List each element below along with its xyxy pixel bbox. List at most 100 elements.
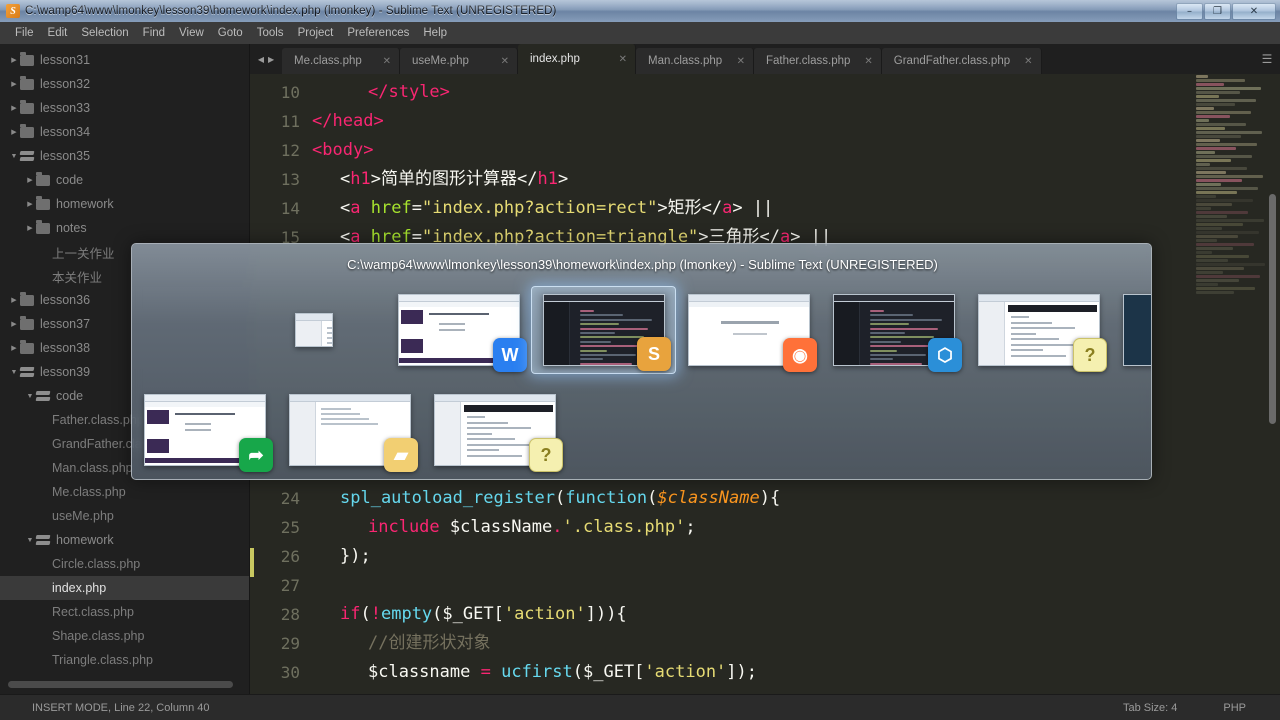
desktop-thumbnail[interactable]: ▭ xyxy=(1111,286,1151,374)
chevron-right-icon[interactable]: ▶ xyxy=(8,345,20,352)
sidebar-item-code[interactable]: ▶ code xyxy=(0,168,249,192)
tab-grandfatherclassphp[interactable]: GrandFather.class.php ✕ xyxy=(881,48,1042,74)
sublime-text-thumbnail[interactable]: S xyxy=(531,286,676,374)
code-line[interactable]: 10 </style> xyxy=(250,78,1190,107)
code-token: $classname xyxy=(368,662,481,682)
chevron-right-icon[interactable]: ▶ xyxy=(8,297,20,304)
sidebar-item-notes[interactable]: ▶ notes xyxy=(0,216,249,240)
chevron-right-icon[interactable]: ▶ xyxy=(24,177,36,184)
status-tab-size[interactable]: Tab Size: 4 xyxy=(1123,702,1177,714)
code-line[interactable]: 13 <h1>简单的图形计算器</h1> xyxy=(250,165,1190,194)
menu-item-preferences[interactable]: Preferences xyxy=(340,24,416,42)
menu-bar: File Edit Selection Find View Goto Tools Projec… xyxy=(0,22,1280,44)
chevron-right-icon[interactable]: ▶ xyxy=(8,321,20,328)
close-icon[interactable]: ✕ xyxy=(1024,56,1032,67)
close-icon[interactable]: ✕ xyxy=(619,54,627,65)
chevron-down-icon[interactable]: ▼ xyxy=(24,393,36,400)
menu-item-help[interactable]: Help xyxy=(416,24,454,42)
sidebar-item-label: Man.class.php xyxy=(52,461,133,475)
code-line-text: <body> xyxy=(312,136,373,165)
sidebar-item-label: Me.class.php xyxy=(52,485,126,499)
code-line[interactable]: 11 </head> xyxy=(250,107,1190,136)
chevron-right-icon[interactable]: ▶ xyxy=(8,57,20,64)
sidebar-item-usemephp[interactable]: useMe.php xyxy=(0,504,249,528)
status-syntax[interactable]: PHP xyxy=(1223,702,1246,714)
sidebar-item-homework[interactable]: ▼ homework xyxy=(0,528,249,552)
chevron-right-icon[interactable]: ▶ xyxy=(24,225,36,232)
sidebar-item-lesson33[interactable]: ▶ lesson33 xyxy=(0,96,249,120)
minimap-line xyxy=(1196,219,1264,222)
sidebar-item-meclassphp[interactable]: Me.class.php xyxy=(0,480,249,504)
sidebar-item-indexphp[interactable]: index.php xyxy=(0,576,249,600)
sidebar-item-lesson32[interactable]: ▶ lesson32 xyxy=(0,72,249,96)
alt-tab-switcher[interactable]: C:\wamp64\www\lmonkey\lesson39\homework\… xyxy=(131,243,1152,480)
sidebar-item-lesson31[interactable]: ▶ lesson31 xyxy=(0,48,249,72)
editplus2-thumbnail[interactable]: ? xyxy=(422,386,567,474)
code-line[interactable]: 30 $classname = ucfirst($_GET['action']); xyxy=(250,658,1190,687)
sidebar-item-homework[interactable]: ▶ homework xyxy=(0,192,249,216)
hamburger-icon[interactable]: ☰ xyxy=(1254,44,1280,74)
code-token: function xyxy=(565,488,648,508)
chevron-down-icon[interactable]: ▼ xyxy=(8,369,20,376)
sidebar-horizontal-scrollbar[interactable] xyxy=(8,681,233,688)
window-titlebar[interactable]: C:\wamp64\www\lmonkey\lesson39\homework\… xyxy=(0,0,1280,22)
code-line[interactable]: 25 include $className.'.class.php'; xyxy=(250,513,1190,542)
sidebar-item-label: lesson34 xyxy=(40,125,91,139)
chevron-right-icon[interactable]: ▶ xyxy=(8,129,20,136)
chevron-down-icon[interactable]: ▼ xyxy=(8,153,20,160)
sidebar-item-circleclassphp[interactable]: Circle.class.php xyxy=(0,552,249,576)
sidebar-item-lesson34[interactable]: ▶ lesson34 xyxy=(0,120,249,144)
menu-item-tools[interactable]: Tools xyxy=(250,24,291,42)
sidebar-item-lesson35[interactable]: ▼ lesson35 xyxy=(0,144,249,168)
tab-manclassphp[interactable]: Man.class.php ✕ xyxy=(636,48,754,74)
chevron-right-icon[interactable]: ▶ xyxy=(268,55,274,64)
minimize-button[interactable]: – xyxy=(1176,2,1203,20)
code-token: ($_GET[ xyxy=(572,662,645,682)
file-explorer-thumbnail[interactable]: ▰ xyxy=(277,386,422,474)
folder-icon xyxy=(20,99,34,114)
editplus-thumbnail[interactable]: ? xyxy=(966,286,1111,374)
code-line[interactable]: 24 spl_autoload_register(function($classN… xyxy=(250,484,1190,513)
menu-item-view[interactable]: View xyxy=(172,24,211,42)
close-icon[interactable]: ✕ xyxy=(864,56,872,67)
chevron-right-icon[interactable]: ▶ xyxy=(24,201,36,208)
minimap-scrollbar[interactable] xyxy=(1269,194,1276,424)
code-line[interactable]: 28 if(!empty($_GET['action'])){ xyxy=(250,600,1190,629)
maximize-button[interactable]: ❐ xyxy=(1204,2,1231,20)
code-token: empty xyxy=(380,604,433,624)
menu-item-find[interactable]: Find xyxy=(136,24,172,42)
minimap-line xyxy=(1196,107,1214,110)
explorer-window-thumbnail[interactable] xyxy=(241,286,386,374)
code-line[interactable]: 26}); xyxy=(250,542,1190,571)
vscode-thumbnail[interactable]: ⬡ xyxy=(821,286,966,374)
code-line[interactable]: 12 <body> xyxy=(250,136,1190,165)
menu-item-goto[interactable]: Goto xyxy=(211,24,250,42)
wps-writer-thumbnail[interactable]: W xyxy=(386,286,531,374)
close-icon[interactable]: ✕ xyxy=(383,56,391,67)
tab-meclassphp[interactable]: Me.class.php ✕ xyxy=(282,48,400,74)
sidebar-item-rectclassphp[interactable]: Rect.class.php xyxy=(0,600,249,624)
tab-indexphp[interactable]: index.php ✕ xyxy=(518,44,636,74)
close-icon[interactable]: ✕ xyxy=(737,56,745,67)
close-button[interactable]: ✕ xyxy=(1232,2,1276,20)
firefox-browser-thumbnail[interactable]: ◉ xyxy=(676,286,821,374)
tab-navigation-arrows[interactable]: ◀ ▶ xyxy=(250,44,282,74)
teamviewer-thumbnail[interactable]: ➦ xyxy=(132,386,277,474)
menu-item-edit[interactable]: Edit xyxy=(41,24,75,42)
tab-usemephp[interactable]: useMe.php ✕ xyxy=(400,48,518,74)
menu-item-selection[interactable]: Selection xyxy=(74,24,135,42)
menu-item-project[interactable]: Project xyxy=(291,24,341,42)
code-line[interactable]: 27 xyxy=(250,571,1190,600)
code-line[interactable]: 29 //创建形状对象 xyxy=(250,629,1190,658)
chevron-right-icon[interactable]: ▶ xyxy=(8,81,20,88)
code-line[interactable]: 14 <a href="index.php?action=rect">矩形</a>… xyxy=(250,194,1190,223)
chevron-right-icon[interactable]: ▶ xyxy=(8,105,20,112)
sidebar-item-triangleclassphp[interactable]: Triangle.class.php xyxy=(0,648,249,672)
close-icon[interactable]: ✕ xyxy=(501,56,509,67)
chevron-down-icon[interactable]: ▼ xyxy=(24,537,36,544)
sidebar-item-shapeclassphp[interactable]: Shape.class.php xyxy=(0,624,249,648)
tab-fatherclassphp[interactable]: Father.class.php ✕ xyxy=(754,48,882,74)
chevron-left-icon[interactable]: ◀ xyxy=(258,55,264,64)
menu-item-file[interactable]: File xyxy=(8,24,41,42)
code-minimap[interactable] xyxy=(1190,74,1280,694)
